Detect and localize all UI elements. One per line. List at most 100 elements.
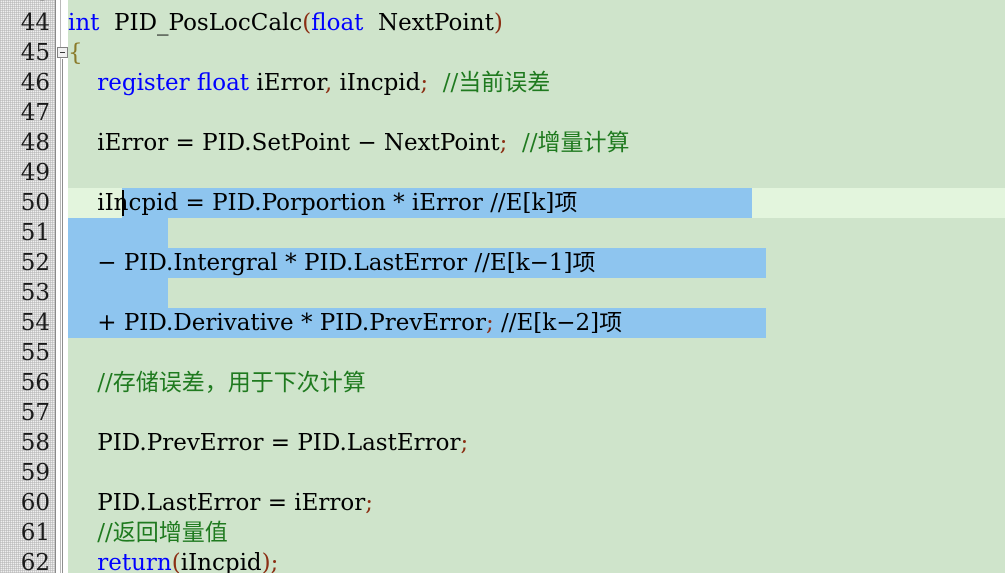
code-token-cmt-sel: //E[k]项 <box>490 190 578 216</box>
code-content[interactable]: int PID_PosLocCalc(float NextPoint){ reg… <box>68 0 1005 573</box>
code-token-plain: iIncpid <box>180 550 262 573</box>
code-token-plain: PID_PosLocCalc <box>99 10 303 36</box>
code-token-plain: PID.PrevError = PID.LastError <box>68 430 461 456</box>
code-line[interactable] <box>68 458 1005 488</box>
code-text: //返回增量值 <box>68 520 228 546</box>
code-token-kw: int <box>68 10 100 36</box>
code-token-cmt: //增量计算 <box>522 130 630 156</box>
code-token-punc: ( <box>302 10 312 36</box>
code-token-punc: ; <box>270 550 279 573</box>
code-token-kw: float <box>196 70 250 96</box>
code-token-plain: PID.LastError = iError <box>68 490 366 516</box>
fold-toggle-icon[interactable] <box>57 47 68 58</box>
line-number: 50 <box>20 190 50 216</box>
line-number: 44 <box>20 10 50 36</box>
code-line[interactable]: return(iIncpid); <box>68 548 1005 573</box>
code-line[interactable] <box>68 338 1005 368</box>
code-line[interactable] <box>68 398 1005 428</box>
code-line[interactable] <box>68 158 1005 188</box>
code-token-cmt: //返回增量值 <box>97 520 228 546</box>
gutter-separator-right <box>60 0 61 573</box>
code-line[interactable]: { <box>68 38 1005 68</box>
code-token-cmt-sel: //E[k−2]项 <box>501 310 623 336</box>
code-token-punc: ) <box>261 550 271 573</box>
line-number: 53 <box>20 280 50 306</box>
code-token-plain: iIncpid <box>332 70 421 96</box>
code-line[interactable]: iIncpid = PID.Porportion * iError //E[k]… <box>68 188 1005 218</box>
code-token-kw: return <box>97 550 172 573</box>
code-token-brace: { <box>68 40 83 66</box>
code-token-cmt: //当前误差 <box>442 70 551 96</box>
code-token-punc: ; <box>420 70 429 96</box>
code-text: iIncpid = PID.Porportion * iError //E[k]… <box>68 190 577 216</box>
text-caret <box>122 190 124 216</box>
code-text: PID.LastError = iError; <box>68 490 373 516</box>
fold-range-line <box>62 59 63 573</box>
line-number: 43 <box>0 0 55 8</box>
code-token-kw: register <box>97 70 190 96</box>
code-token-plain: iIncpid = PID.Porportion * iError <box>68 190 491 216</box>
line-number: 56 <box>20 370 50 396</box>
line-number: 54 <box>20 310 50 336</box>
code-line[interactable]: PID.PrevError = PID.LastError; <box>68 428 1005 458</box>
code-token-plain: + PID.Derivative * PID.PrevError <box>68 310 486 336</box>
code-line[interactable] <box>68 278 1005 308</box>
line-number: 52 <box>20 250 50 276</box>
code-text: register float iError, iIncpid; //当前误差 <box>68 70 550 96</box>
code-line[interactable]: //存储误差，用于下次计算 <box>68 368 1005 398</box>
line-number: 47 <box>20 100 50 126</box>
code-line[interactable]: //返回增量值 <box>68 518 1005 548</box>
gutter-separator-left <box>55 0 56 573</box>
code-line[interactable]: register float iError, iIncpid; //当前误差 <box>68 68 1005 98</box>
code-token-punc: ; <box>485 310 494 336</box>
code-text: int PID_PosLocCalc(float NextPoint) <box>68 10 503 36</box>
code-text: PID.PrevError = PID.LastError; <box>68 430 468 456</box>
line-number: 62 <box>20 550 50 573</box>
code-line[interactable]: − PID.Intergral * PID.LastError //E[k−1]… <box>68 248 1005 278</box>
line-number: 61 <box>20 520 50 546</box>
code-token-punc: ) <box>493 10 503 36</box>
code-token-punc: ; <box>365 490 374 516</box>
code-line[interactable]: int PID_PosLocCalc(float NextPoint) <box>68 8 1005 38</box>
code-text: iError = PID.SetPoint − NextPoint; //增量计… <box>68 130 630 156</box>
code-token-plain: iError = PID.SetPoint − NextPoint <box>68 130 500 156</box>
line-number-gutter[interactable]: 43 44 45 46 47 48 49 50 51 52 53 54 55 56 57 58 59 60 61 62… <box>0 0 55 573</box>
code-text: return(iIncpid); <box>68 550 278 573</box>
code-editor[interactable]: 43 44 45 46 47 48 49 50 51 52 53 54 55 56 57 58 59 60 61 62… <box>0 0 1005 573</box>
code-line[interactable] <box>68 98 1005 128</box>
selection-highlight <box>68 278 168 308</box>
line-number: 60 <box>20 490 50 516</box>
line-number: 46 <box>20 70 50 96</box>
line-number: 55 <box>20 340 50 366</box>
code-token-plain: NextPoint <box>363 10 494 36</box>
code-token-cmt-sel: //E[k−1]项 <box>474 250 596 276</box>
line-number: 48 <box>20 130 50 156</box>
code-line[interactable]: + PID.Derivative * PID.PrevError; //E[k−… <box>68 308 1005 338</box>
code-text: { <box>68 40 83 66</box>
line-number: 57 <box>20 400 50 426</box>
code-line[interactable]: PID.LastError = iError; <box>68 488 1005 518</box>
code-line[interactable] <box>68 0 1005 8</box>
line-number: 49 <box>20 160 50 186</box>
code-token-plain: iError <box>249 70 325 96</box>
code-token-punc: ; <box>460 430 469 456</box>
code-text: //存储误差，用于下次计算 <box>68 370 366 396</box>
selection-highlight <box>68 218 168 248</box>
code-line[interactable]: iError = PID.SetPoint − NextPoint; //增量计… <box>68 128 1005 158</box>
code-token-plain: − PID.Intergral * PID.LastError <box>68 250 475 276</box>
code-line[interactable] <box>68 218 1005 248</box>
line-number: 59 <box>20 460 50 486</box>
code-token-kw: float <box>311 10 364 36</box>
line-number: 45 <box>20 40 50 66</box>
code-text: + PID.Derivative * PID.PrevError; //E[k−… <box>68 310 622 336</box>
line-number: 58 <box>20 430 50 456</box>
code-token-punc: ( <box>171 550 181 573</box>
